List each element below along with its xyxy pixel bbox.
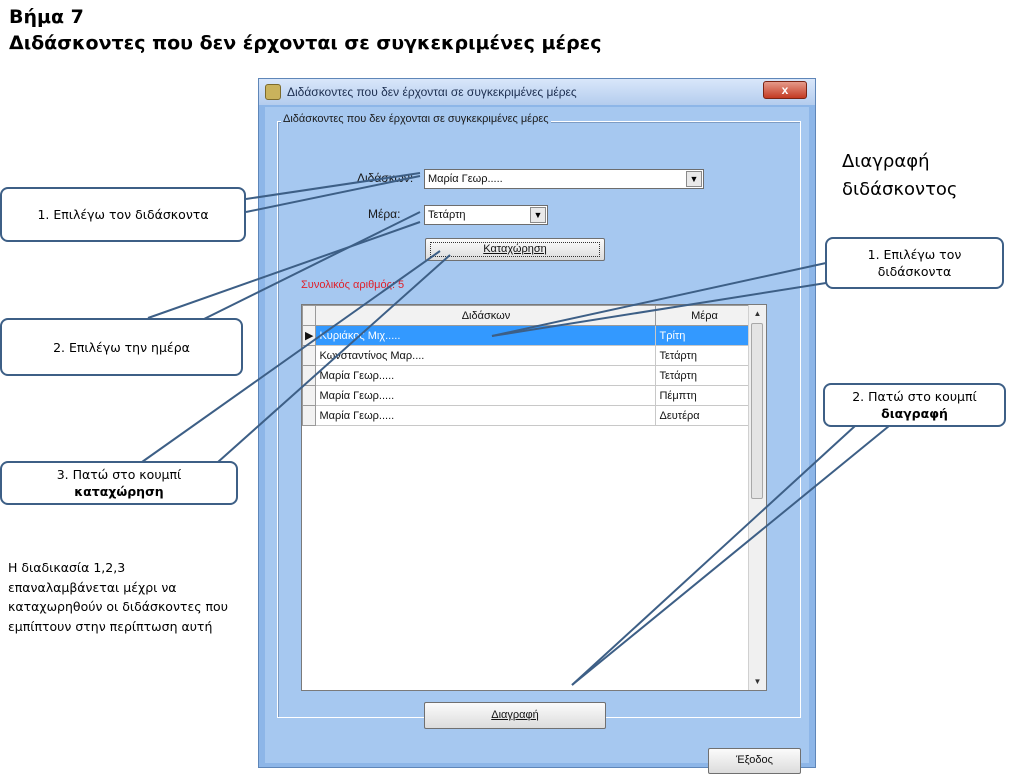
vertical-scrollbar[interactable]: ▲ ▼ (748, 305, 766, 690)
cell-teacher[interactable]: Μαρία Γεωρ..... (315, 365, 657, 386)
window-titlebar[interactable]: Διδάσκοντες που δεν έρχονται σε συγκεκρι… (259, 79, 815, 105)
chevron-down-icon[interactable]: ▼ (530, 207, 546, 223)
group-legend: Διδάσκοντες που δεν έρχονται σε συγκεκρι… (281, 113, 551, 125)
close-button[interactable]: x (763, 81, 807, 99)
callout-press-register: 3. Πατώ στο κουμπί καταχώρηση (0, 461, 238, 505)
day-combobox-value: Τετάρτη (428, 209, 466, 221)
delete-heading-line-2: διδάσκοντος (842, 179, 958, 200)
teacher-combobox-value: Μαρία Γεωρ..... (428, 173, 503, 185)
callout-right1-line-2: διδάσκοντα (877, 264, 952, 279)
table-row[interactable]: Μαρία Γεωρ..... Δευτέρα (301, 405, 754, 426)
callout-select-teacher-right: 1. Επιλέγω τον διδάσκοντα (825, 237, 1004, 289)
callout-select-day-text: 2. Επιλέγω την ημέρα (53, 339, 190, 355)
teacher-combobox[interactable]: Μαρία Γεωρ..... ▼ (424, 169, 704, 189)
callout-right1-line-1: 1. Επιλέγω τον (867, 247, 962, 262)
callout-select-day: 2. Επιλέγω την ημέρα (0, 318, 243, 376)
cell-teacher[interactable]: Κωνσταντίνος Μαρ.... (315, 345, 657, 366)
cell-teacher[interactable]: Μαρία Γεωρ..... (315, 405, 657, 426)
scroll-down-icon[interactable]: ▼ (749, 673, 766, 690)
focus-rectangle (430, 242, 600, 257)
grid-table: Διδάσκων Μέρα ▶ Κυριάκος Μιχ..... Τρίτη … (301, 305, 754, 426)
teacher-label: Διδάσκων: (357, 171, 414, 185)
note-line-1: Η διαδικασία 1,2,3 (8, 560, 126, 575)
cell-teacher[interactable]: Κυριάκος Μιχ..... (315, 325, 657, 346)
row-indicator (301, 385, 317, 406)
teachers-unavailable-window: Διδάσκοντες που δεν έρχονται σε συγκεκρι… (258, 78, 816, 774)
row-indicator: ▶ (301, 325, 317, 346)
callout-delete-line-1: 2. Πατώ στο κουμπί (852, 389, 977, 404)
day-combobox[interactable]: Τετάρτη ▼ (424, 205, 548, 225)
chevron-down-icon[interactable]: ▼ (686, 171, 702, 187)
exit-button[interactable]: Έξοδος (708, 748, 801, 774)
cell-day[interactable]: Τρίτη (655, 325, 754, 346)
exit-button-label: Έξοδος (736, 754, 773, 766)
slide-title-line-1: Βήμα 7 (9, 6, 84, 28)
row-indicator (301, 405, 317, 426)
callout-delete-line-2: διαγραφή (881, 406, 948, 421)
day-label: Μέρα: (368, 207, 401, 221)
total-count: Συνολικός αριθμός: 5 (301, 279, 405, 291)
note-line-3: καταχωρηθούν οι διδάσκοντες που (8, 599, 228, 614)
close-icon: x (781, 83, 789, 97)
note-line-2: επαναλαμβάνεται μέχρι να (8, 579, 177, 595)
slide-title-line-2: Διδάσκοντες που δεν έρχονται σε συγκεκρι… (9, 32, 602, 54)
cell-day[interactable]: Τετάρτη (655, 345, 754, 366)
delete-teacher-heading: Διαγραφή διδάσκοντος (842, 148, 957, 204)
row-indicator (301, 345, 317, 366)
table-row[interactable]: Μαρία Γεωρ..... Τετάρτη (301, 365, 754, 386)
scroll-up-icon[interactable]: ▲ (749, 305, 766, 322)
procedure-note: Η διαδικασία 1,2,3 επαναλαμβάνεται μέχρι… (8, 558, 228, 636)
row-indicator-header (301, 305, 317, 326)
scrollbar-thumb[interactable] (751, 323, 763, 499)
slide-title: Βήμα 7 Διδάσκοντες που δεν έρχονται σε σ… (9, 4, 602, 56)
window-title: Διδάσκοντες που δεν έρχονται σε συγκεκρι… (287, 85, 577, 99)
callout-select-teacher: 1. Επιλέγω τον διδάσκοντα (0, 187, 246, 242)
table-row[interactable]: ▶ Κυριάκος Μιχ..... Τρίτη (301, 325, 754, 346)
teachers-grid[interactable]: Διδάσκων Μέρα ▶ Κυριάκος Μιχ..... Τρίτη … (301, 304, 767, 691)
cell-teacher[interactable]: Μαρία Γεωρ..... (315, 385, 657, 406)
row-indicator (301, 365, 317, 386)
table-row[interactable]: Μαρία Γεωρ..... Πέμπτη (301, 385, 754, 406)
cell-day[interactable]: Πέμπτη (655, 385, 754, 406)
callout-select-teacher-text: 1. Επιλέγω τον διδάσκοντα (37, 207, 209, 222)
cell-day[interactable]: Δευτέρα (655, 405, 754, 426)
column-header-teacher[interactable]: Διδάσκων (315, 305, 657, 326)
grid-header-row: Διδάσκων Μέρα (301, 305, 754, 326)
window-client: Διδάσκοντες που δεν έρχονται σε συγκεκρι… (265, 107, 809, 774)
callout-register-line-1: 3. Πατώ στο κουμπί (56, 467, 182, 482)
column-header-day[interactable]: Μέρα (655, 305, 754, 326)
delete-heading-line-1: Διαγραφή (842, 151, 930, 172)
register-button[interactable]: Καταχώρηση (425, 238, 605, 261)
callout-register-line-2: καταχώρηση (74, 484, 164, 499)
delete-button-label: Διαγραφή (491, 709, 539, 721)
cell-day[interactable]: Τετάρτη (655, 365, 754, 386)
callout-press-delete: 2. Πατώ στο κουμπί διαγραφή (823, 383, 1006, 427)
table-row[interactable]: Κωνσταντίνος Μαρ.... Τετάρτη (301, 345, 754, 366)
delete-button[interactable]: Διαγραφή (424, 702, 606, 729)
note-line-4: εμπίπτουν στην περίπτωση αυτή (8, 618, 213, 634)
app-icon (265, 84, 281, 100)
